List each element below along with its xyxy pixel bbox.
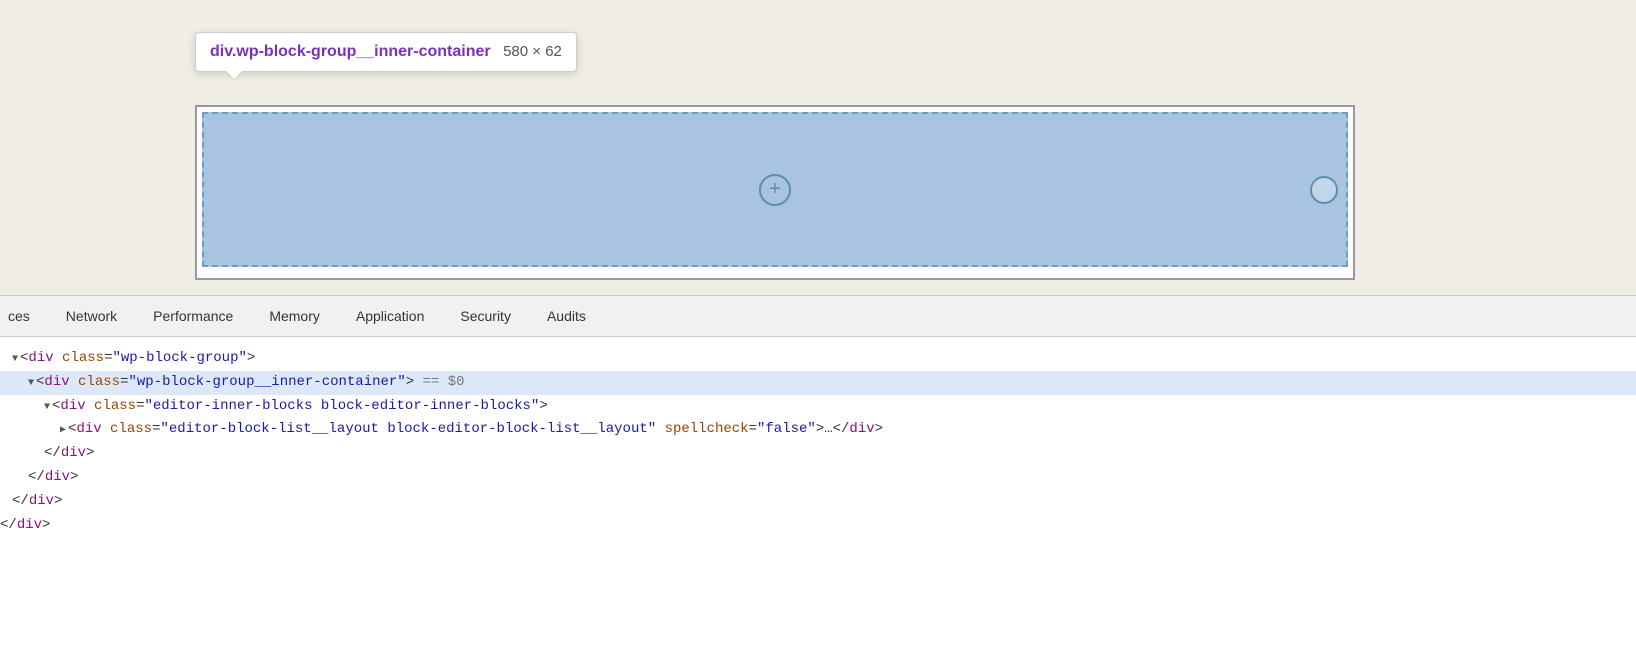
toggle-icon-4[interactable]: ▶ xyxy=(60,422,66,439)
preview-area: div.wp-block-group__inner-container 580 … xyxy=(0,0,1636,295)
toggle-icon-2[interactable]: ▼ xyxy=(28,375,34,392)
tab-security[interactable]: Security xyxy=(442,295,529,337)
code-line-2[interactable]: ▼ <div class="wp-block-group__inner-cont… xyxy=(0,371,1636,395)
tab-audits[interactable]: Audits xyxy=(529,295,604,337)
tab-performance-label: Performance xyxy=(153,308,233,324)
code-line-7: </div> xyxy=(0,490,1636,514)
code-line-3[interactable]: ▼ <div class="editor-inner-blocks block-… xyxy=(0,395,1636,419)
toggle-icon-3[interactable]: ▼ xyxy=(44,399,50,416)
tab-network-label: Network xyxy=(66,308,117,324)
devtools-tab-bar: ces Network Performance Memory Applicati… xyxy=(0,295,1636,337)
toggle-icon-1[interactable]: ▼ xyxy=(12,351,18,368)
tooltip-selector: div.wp-block-group__inner-container xyxy=(210,43,491,60)
code-line-1[interactable]: ▼ <div class="wp-block-group" > xyxy=(0,347,1636,371)
code-line-8: </div> xyxy=(0,514,1636,538)
tab-audits-label: Audits xyxy=(547,308,586,324)
tooltip-dimensions: 580 × 62 xyxy=(503,43,562,60)
tab-application[interactable]: Application xyxy=(338,295,443,337)
tab-ces-label: ces xyxy=(8,308,30,324)
code-line-6: </div> xyxy=(0,466,1636,490)
tab-security-label: Security xyxy=(460,308,511,324)
element-tooltip: div.wp-block-group__inner-container 580 … xyxy=(195,32,577,72)
code-panel[interactable]: ▼ <div class="wp-block-group" > ▼ <div c… xyxy=(0,337,1636,656)
add-block-button[interactable]: + xyxy=(759,174,791,206)
resize-handle[interactable] xyxy=(1310,176,1338,204)
code-line-5: </div> xyxy=(0,442,1636,466)
block-container: + xyxy=(195,105,1355,280)
code-line-4[interactable]: ▶ <div class="editor-block-list__layout … xyxy=(0,418,1636,442)
tab-network[interactable]: Network xyxy=(48,295,135,337)
tab-ces[interactable]: ces xyxy=(0,295,48,337)
block-inner[interactable]: + xyxy=(202,112,1348,267)
tab-application-label: Application xyxy=(356,308,425,324)
tab-memory[interactable]: Memory xyxy=(251,295,338,337)
tab-memory-label: Memory xyxy=(269,308,320,324)
tab-performance[interactable]: Performance xyxy=(135,295,251,337)
